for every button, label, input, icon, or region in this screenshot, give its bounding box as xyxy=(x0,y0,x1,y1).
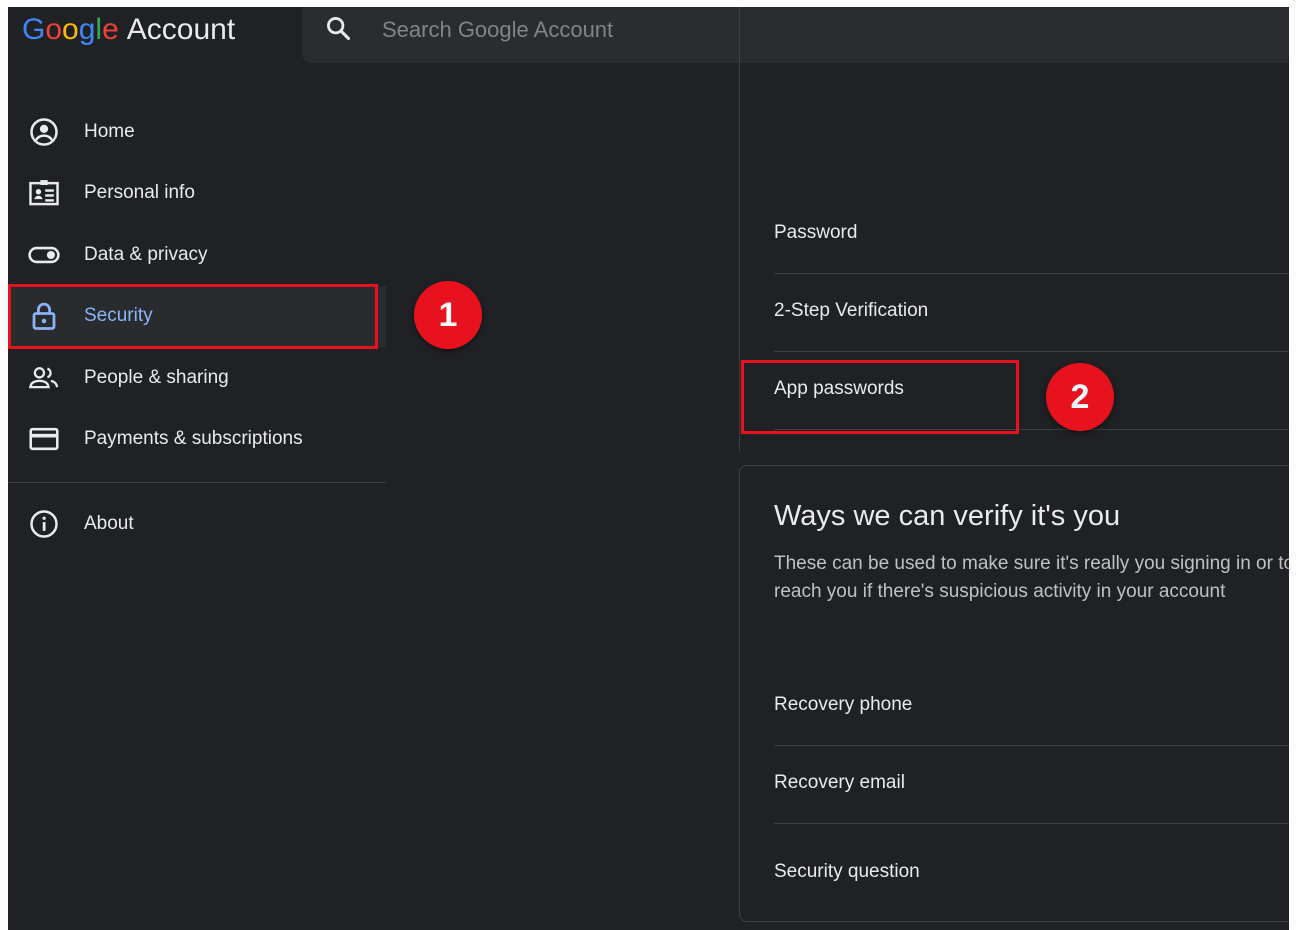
password-row[interactable]: Password xyxy=(774,222,1289,244)
sidebar-item-label: Personal info xyxy=(84,182,195,204)
logo-letter: e xyxy=(102,13,119,46)
google-account-logo[interactable]: Google Account xyxy=(22,12,235,48)
sidebar-item-label: Payments & subscriptions xyxy=(84,428,303,450)
id-card-icon xyxy=(28,177,60,209)
toggle-icon xyxy=(28,239,60,271)
sidebar-divider xyxy=(8,482,386,483)
two-step-verification-row[interactable]: 2-Step Verification xyxy=(774,300,1289,322)
sidebar-item-data-privacy[interactable]: Data & privacy xyxy=(8,224,386,286)
step-badge-1: 1 xyxy=(414,281,482,349)
highlight-box-app-passwords xyxy=(741,360,1019,434)
sidebar-item-home[interactable]: Home xyxy=(8,101,386,163)
step-badge-2: 2 xyxy=(1046,363,1114,431)
recovery-phone-row[interactable]: Recovery phone xyxy=(774,694,1289,716)
row-divider xyxy=(774,273,1289,274)
people-icon xyxy=(28,362,60,394)
verify-card-title: Ways we can verify it's you xyxy=(774,500,1121,532)
verify-card: Ways we can verify it's you These can be… xyxy=(739,465,1289,922)
sidebar-item-payments-subscriptions[interactable]: Payments & subscriptions xyxy=(8,409,386,471)
info-icon xyxy=(28,508,60,540)
search-icon[interactable] xyxy=(324,14,352,42)
logo-account-text: Account xyxy=(126,13,236,46)
sidebar-item-people-sharing[interactable]: People & sharing xyxy=(8,347,386,409)
row-divider xyxy=(774,823,1289,824)
sidebar-item-label: People & sharing xyxy=(84,366,229,388)
sidebar-item-label: Data & privacy xyxy=(84,243,208,265)
account-circle-icon xyxy=(28,116,60,148)
logo-letter: g xyxy=(78,13,96,46)
row-divider xyxy=(774,351,1289,352)
logo-letter: G xyxy=(22,13,46,46)
recovery-email-row[interactable]: Recovery email xyxy=(774,772,1289,794)
highlight-box-security xyxy=(8,284,378,349)
sidebar-item-about[interactable]: About xyxy=(8,493,386,555)
app-window: GoogleAccount Home Personal info xyxy=(8,7,1289,930)
sidebar-item-label: About xyxy=(84,512,134,534)
logo-letter: o xyxy=(62,13,79,46)
verify-card-description: These can be used to make sure it's real… xyxy=(774,553,1289,602)
sidebar-item-personal-info[interactable]: Personal info xyxy=(8,163,386,225)
sidebar-item-label: Home xyxy=(84,120,135,142)
credit-card-icon xyxy=(28,423,60,455)
security-question-row[interactable]: Security question xyxy=(774,861,1289,883)
row-divider xyxy=(774,745,1289,746)
logo-letter: o xyxy=(45,13,63,46)
